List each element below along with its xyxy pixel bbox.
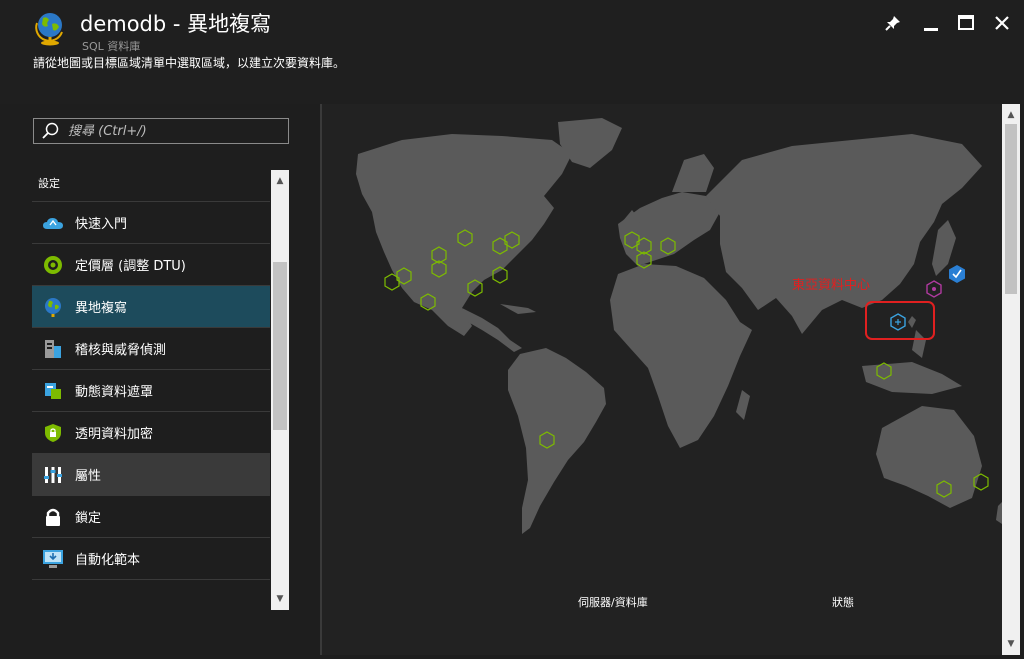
minimize-icon: [924, 28, 938, 31]
resource-menu-pane: 設定 快速入門 定價層 (調整 DTU) 異地複寫 稽核與威脅偵測: [0, 104, 320, 655]
automation-icon: [42, 548, 64, 570]
search-box[interactable]: [33, 118, 289, 144]
north-america: [356, 134, 572, 336]
page-title: demodb - 異地複寫: [80, 12, 272, 36]
philippines: [912, 330, 926, 358]
column-header-status: 狀態: [832, 596, 854, 609]
scroll-down-arrow[interactable]: ▼: [271, 590, 289, 608]
menu-item-label: 屬性: [75, 469, 102, 484]
audit-icon: [42, 338, 64, 360]
menu-item-locks[interactable]: 鎖定: [32, 496, 270, 538]
globe-icon: [35, 13, 63, 46]
instruction-text: 請從地圖或目標區域清單中選取區域，以建立次要資料庫。: [33, 56, 346, 70]
annotation-label: 東亞資料中心: [792, 277, 870, 293]
maximize-icon: [958, 15, 974, 30]
menu-item-geo-replication[interactable]: 異地複寫: [32, 286, 270, 328]
pricing-icon: [42, 254, 64, 276]
menu-item-tde[interactable]: 透明資料加密: [32, 412, 270, 454]
menu-item-label: 快速入門: [75, 217, 128, 232]
globe-icon: [42, 296, 64, 318]
menu-item-automation-script[interactable]: 自動化範本: [32, 538, 270, 580]
menu-item-auditing[interactable]: 稽核與威脅偵測: [32, 328, 270, 370]
masking-icon: [42, 380, 64, 402]
east-asia-region-marker[interactable]: [890, 313, 906, 331]
page-subtitle: SQL 資料庫: [82, 40, 141, 53]
australia: [876, 406, 982, 508]
scrollbar-thumb[interactable]: [1005, 124, 1017, 294]
menu-item-pricing-tier[interactable]: 定價層 (調整 DTU): [32, 244, 270, 286]
menu-item-label: 透明資料加密: [75, 427, 154, 442]
scroll-up-arrow[interactable]: ▲: [271, 172, 289, 190]
menu-item-label: 定價層 (調整 DTU): [75, 259, 186, 274]
africa: [610, 264, 752, 448]
menu-scrollbar[interactable]: ▲ ▼: [271, 170, 289, 610]
minimize-button[interactable]: [918, 10, 944, 36]
scroll-down-arrow[interactable]: ▼: [1002, 635, 1020, 653]
region-hex[interactable]: [384, 273, 400, 291]
shield-icon: [42, 422, 64, 444]
close-button[interactable]: [989, 10, 1015, 36]
map-pane: 東亞資料中心: [322, 104, 1002, 655]
menu-item-properties[interactable]: 屬性: [32, 454, 270, 496]
menu-item-label: 自動化範本: [75, 553, 141, 568]
menu-item-label: 異地複寫: [75, 301, 128, 316]
menu-item-label: 動態資料遮罩: [75, 385, 154, 400]
annotation-highlight-box: [865, 301, 935, 340]
pin-icon: [885, 16, 900, 31]
south-america: [508, 348, 606, 534]
settings-menu: 設定 快速入門 定價層 (調整 DTU) 異地複寫 稽核與威脅偵測 動態資料遮罩…: [32, 166, 270, 606]
column-header-server-db: 伺服器/資料庫: [578, 596, 648, 609]
search-icon: [42, 122, 59, 139]
scandinavia: [672, 154, 714, 192]
cloud-icon: [42, 212, 64, 234]
madagascar: [736, 390, 750, 420]
scroll-up-arrow[interactable]: ▲: [1002, 106, 1020, 124]
world-map: 東亞資料中心: [356, 118, 1002, 534]
paired-region-dot: [932, 287, 936, 291]
plus-icon: [895, 319, 901, 325]
lock-icon: [42, 506, 64, 528]
properties-icon: [42, 464, 64, 486]
primary-region-marker[interactable]: [949, 265, 965, 283]
menu-item-label: 稽核與威脅偵測: [75, 343, 167, 358]
maximize-button[interactable]: [953, 10, 979, 36]
caribbean-islands: [500, 304, 536, 314]
taiwan: [908, 316, 916, 328]
central-america: [462, 308, 522, 352]
search-input[interactable]: [66, 122, 280, 140]
menu-item-data-masking[interactable]: 動態資料遮罩: [32, 370, 270, 412]
close-icon: [995, 16, 1009, 30]
map-scrollbar[interactable]: ▲ ▼: [1002, 104, 1020, 655]
section-header-settings: 設定: [32, 166, 270, 202]
blade-header: demodb - 異地複寫 SQL 資料庫 請從地圖或目標區域清單中選取區域，以…: [0, 0, 1024, 104]
pin-button[interactable]: [880, 10, 906, 36]
menu-item-quickstart[interactable]: 快速入門: [32, 202, 270, 244]
menu-item-label: 鎖定: [75, 511, 102, 526]
scrollbar-thumb[interactable]: [273, 262, 287, 430]
